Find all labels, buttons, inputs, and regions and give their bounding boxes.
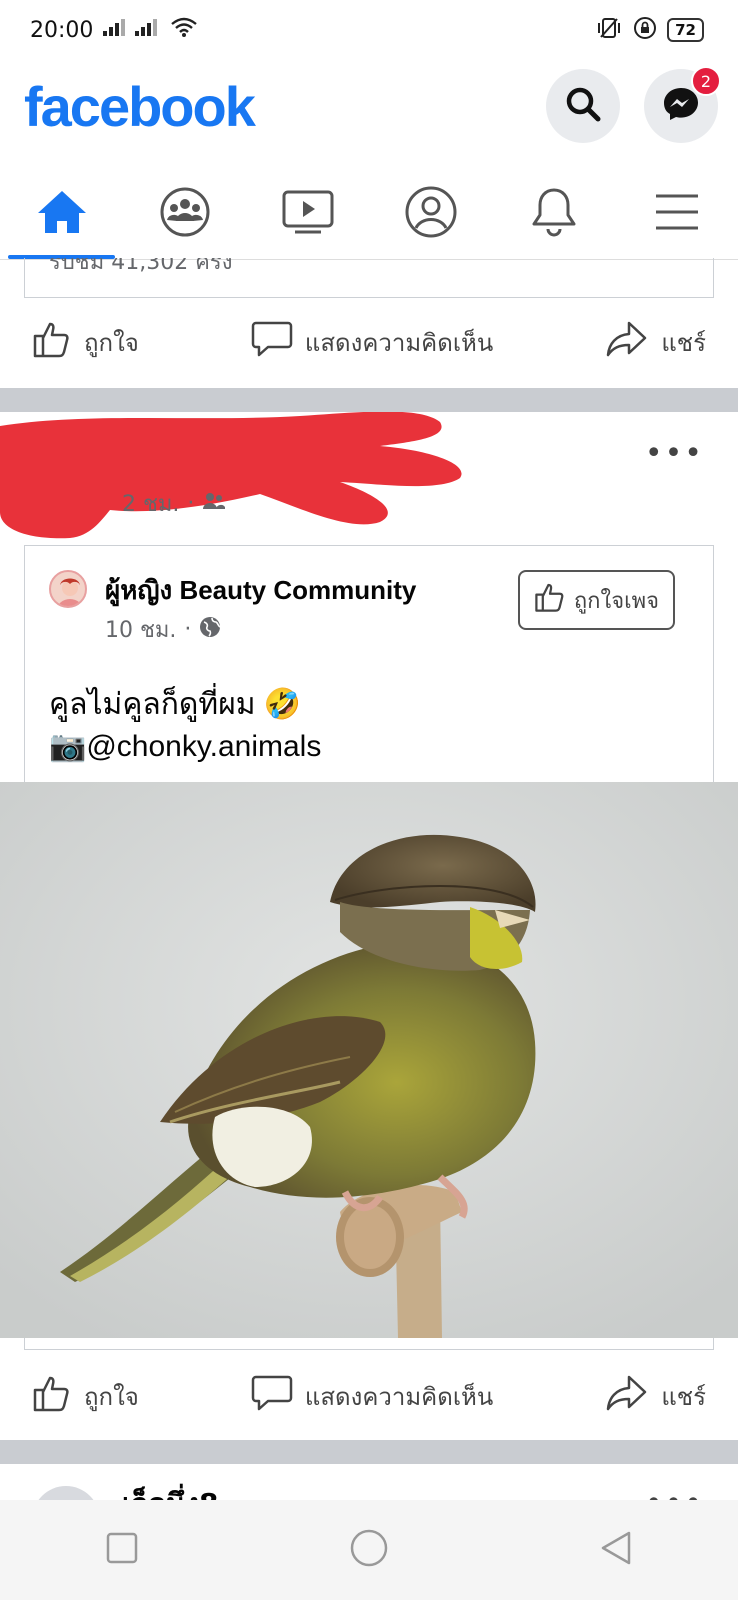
- feed-separator: [0, 1440, 738, 1464]
- like-button[interactable]: ถูกใจ: [32, 1373, 139, 1419]
- comment-button[interactable]: แสดงความคิดเห็น: [251, 1373, 493, 1419]
- tab-home[interactable]: [0, 168, 123, 259]
- tab-profile[interactable]: [369, 168, 492, 259]
- previous-post-card: รับชม 41,302 ครั้ง: [24, 258, 714, 298]
- share-button[interactable]: แชร์: [605, 319, 706, 365]
- back-icon[interactable]: [599, 1530, 633, 1570]
- meta-dot: ·: [187, 491, 195, 516]
- tab-groups[interactable]: [123, 168, 246, 259]
- share-label: แชร์: [661, 328, 706, 357]
- more-icon[interactable]: •••: [645, 436, 704, 471]
- post-actions: ถูกใจ แสดงความคิดเห็น แชร์: [0, 1356, 738, 1436]
- like-icon: [32, 1373, 72, 1419]
- clock: 20:00: [30, 17, 94, 43]
- comment-icon: [251, 319, 293, 365]
- home-nav-icon[interactable]: [349, 1528, 389, 1572]
- next-post-header: เจ็ดนึ่ง8 •••: [0, 1464, 738, 1504]
- search-button[interactable]: [546, 69, 620, 143]
- share-icon: [605, 319, 649, 365]
- friends-icon: [202, 491, 226, 517]
- recents-icon[interactable]: [105, 1531, 139, 1569]
- like-icon: [534, 581, 566, 619]
- caption-line-2[interactable]: 📷@chonky.animals: [49, 726, 321, 768]
- app-header: facebook 2: [0, 64, 738, 154]
- bird-photo-illustration: [0, 782, 738, 1338]
- shared-card-bottom: [24, 1338, 714, 1350]
- main-nav: [0, 168, 738, 260]
- tab-notifications[interactable]: [492, 168, 615, 259]
- like-label: ถูกใจ: [84, 1382, 139, 1411]
- system-nav-bar: [0, 1500, 738, 1600]
- comment-label: แสดงความคิดเห็น: [304, 328, 494, 357]
- globe-icon: [199, 616, 221, 644]
- signal-icon: [103, 17, 161, 43]
- like-label: ถูกใจ: [84, 328, 139, 357]
- comment-button[interactable]: แสดงความคิดเห็น: [251, 319, 493, 365]
- tab-watch[interactable]: [246, 168, 369, 259]
- previous-post-actions: ถูกใจ แสดงความคิดเห็น แชร์: [0, 302, 738, 382]
- search-icon: [563, 84, 603, 128]
- facebook-logo[interactable]: facebook: [24, 74, 256, 139]
- comment-icon: [251, 1373, 293, 1419]
- lock-rotation-icon: [633, 16, 657, 44]
- like-icon: [32, 319, 72, 365]
- groups-icon: [158, 187, 212, 241]
- share-icon: [605, 1373, 649, 1419]
- menu-icon: [653, 192, 701, 236]
- home-icon: [36, 189, 88, 239]
- notification-badge: 2: [691, 66, 721, 96]
- tab-menu[interactable]: [615, 168, 738, 259]
- share-label: แชร์: [661, 1382, 706, 1411]
- meta-dot: ·: [184, 617, 192, 642]
- shared-post-card: ผู้หญิง Beauty Community 10 ชม. · ถูกใจเ…: [24, 545, 714, 785]
- like-page-label: ถูกใจเพจ: [573, 588, 659, 614]
- shared-post-meta: 10 ชม. ·: [105, 612, 221, 647]
- bell-icon: [529, 185, 579, 243]
- profile-icon: [404, 185, 458, 243]
- like-button[interactable]: ถูกใจ: [32, 319, 139, 365]
- like-page-button[interactable]: ถูกใจเพจ: [517, 570, 675, 630]
- wifi-icon: [171, 17, 198, 43]
- share-button[interactable]: แชร์: [605, 1373, 706, 1419]
- post-header: 2 ชม. · •••: [0, 412, 738, 539]
- page-name[interactable]: ผู้หญิง Beauty Community: [105, 570, 416, 611]
- post-meta: 2 ชม. ·: [122, 486, 226, 521]
- caption-line-1: คูลไม่คูลก็ดูที่ผม 🤣: [49, 688, 302, 721]
- shared-post-time[interactable]: 10 ชม.: [105, 612, 176, 647]
- feed-separator: [0, 388, 738, 412]
- post-caption: คูลไม่คูลก็ดูที่ผม 🤣 📷@chonky.animals: [49, 684, 321, 768]
- redaction-scribble: [0, 412, 462, 539]
- view-count: รับชม 41,302 ครั้ง: [49, 258, 233, 275]
- battery-indicator: 72: [667, 18, 704, 42]
- messenger-button[interactable]: 2: [644, 66, 721, 143]
- post-photo[interactable]: [0, 782, 738, 1338]
- comment-label: แสดงความคิดเห็น: [304, 1382, 494, 1411]
- status-bar: 20:00 72: [0, 0, 738, 60]
- post-time[interactable]: 2 ชม.: [122, 486, 179, 521]
- vibrate-icon: [595, 17, 623, 43]
- avatar[interactable]: [49, 570, 87, 608]
- watch-icon: [281, 189, 335, 239]
